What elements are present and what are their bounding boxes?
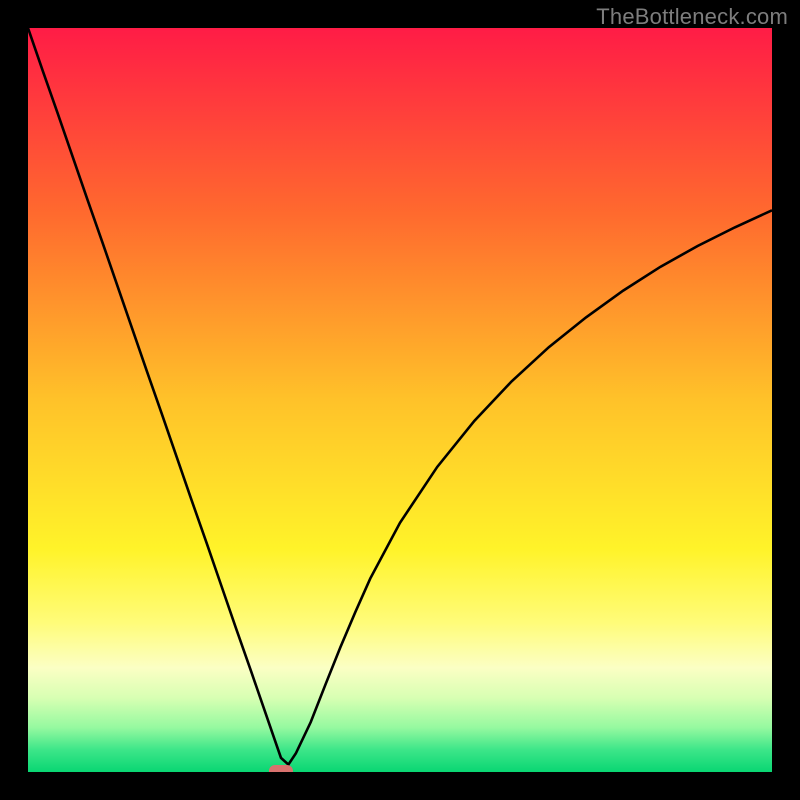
gradient-background (28, 28, 772, 772)
minimum-marker (269, 765, 293, 772)
bottleneck-chart (28, 28, 772, 772)
chart-frame: TheBottleneck.com (0, 0, 800, 800)
attribution-label: TheBottleneck.com (596, 4, 788, 30)
plot-area (28, 28, 772, 772)
